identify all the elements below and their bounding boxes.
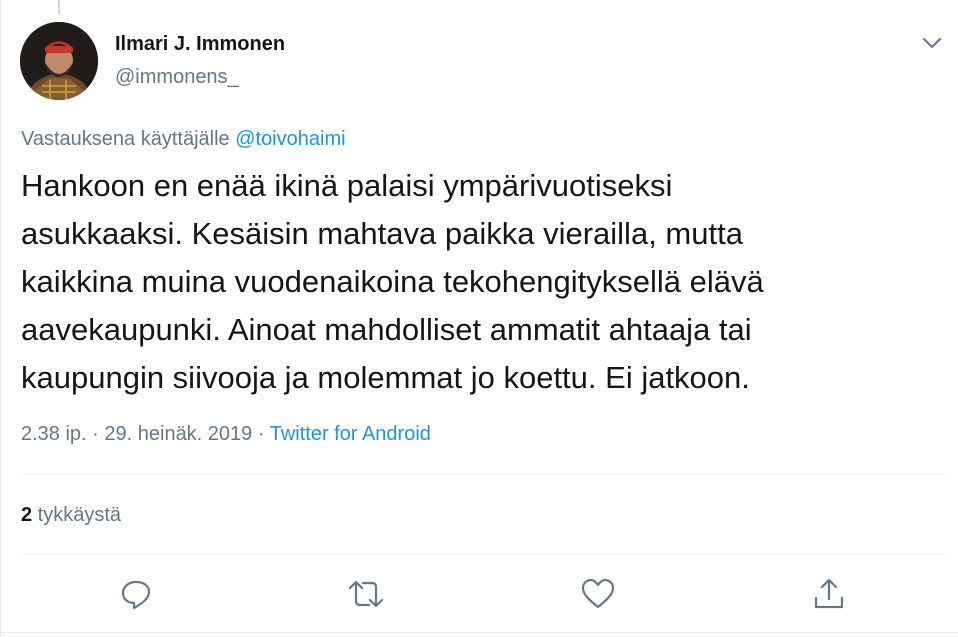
tweet-date[interactable]: 29. heinäk. 2019 [104,423,252,445]
tweet-text-line: Hankoon en enää ikinä palaisi ympärivuot… [21,168,673,203]
divider [21,554,945,555]
retweet-icon [348,580,384,608]
tweet-text-line: kaikkina muina vuodenaikoina tekohengity… [21,264,764,299]
thread-connector-line [58,0,60,14]
avatar[interactable] [20,22,98,100]
divider [21,474,945,475]
author-name[interactable]: Ilmari J. Immonen [115,33,285,56]
tweet-text: Hankoon en enää ikinä palaisi ympärivuot… [21,162,931,402]
reply-prefix: Vastauksena käyttäjälle [21,128,236,150]
tweet-card: Ilmari J. Immonen @immonens_ Vastauksena… [0,0,958,637]
reply-button[interactable] [116,574,156,614]
retweet-button[interactable] [346,574,386,614]
likes-stat[interactable]: 2 tykkäystä [21,504,121,527]
likes-label: tykkäystä [32,504,122,526]
meta-separator: · [86,423,105,445]
tweet-text-line: aavekaupunki. Ainoat mahdolliset ammatit… [21,312,752,347]
likes-count: 2 [21,504,33,526]
tweet-text-line: kaupungin siivooja ja molemmat jo koettu… [21,360,750,395]
like-button[interactable] [578,574,618,614]
reply-context: Vastauksena käyttäjälle @toivohaimi [21,128,346,151]
tweet-meta: 2.38 ip. · 29. heinäk. 2019 · Twitter fo… [21,423,431,446]
tweet-source-link[interactable]: Twitter for Android [270,423,431,445]
author-handle[interactable]: @immonens_ [115,66,239,89]
chevron-down-icon[interactable] [919,30,945,56]
tweet-bottom-border [1,632,958,633]
meta-separator: · [252,423,270,445]
reply-icon [121,580,151,610]
share-button[interactable] [809,574,849,614]
share-icon [814,578,844,609]
tweet-time[interactable]: 2.38 ip. [21,423,87,445]
avatar-image [20,22,98,100]
reply-mention-link[interactable]: @toivohaimi [235,128,345,150]
tweet-text-line: asukkaaksi. Kesäisin mahtava paikka vier… [21,216,743,251]
heart-icon [581,578,615,609]
